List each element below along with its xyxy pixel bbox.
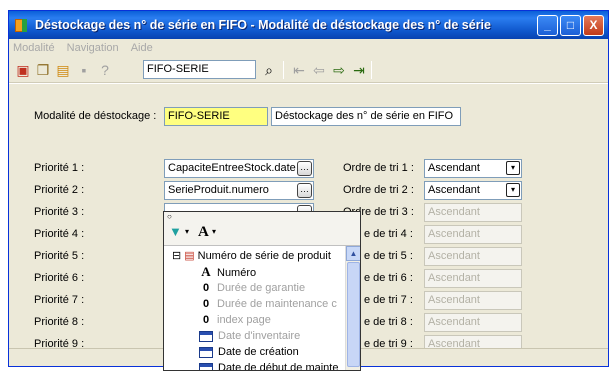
- tree-item-label: Date de début de mainte: [218, 362, 339, 371]
- table-icon: ▤: [184, 250, 195, 262]
- popup-dot-icon: ○: [167, 212, 172, 221]
- vertical-scrollbar[interactable]: ▲: [345, 246, 360, 370]
- priority-label: Priorité 5 :: [34, 250, 85, 262]
- priority-browse-button[interactable]: …: [297, 183, 312, 198]
- sort-order-label: e de tri 5 :: [364, 250, 413, 262]
- chevron-down-icon[interactable]: ▾: [185, 227, 189, 236]
- date-type-icon: [199, 330, 213, 342]
- priority-label: Priorité 8 :: [34, 316, 85, 328]
- number-type-icon: 0: [202, 298, 210, 310]
- priority-label: Priorité 4 :: [34, 228, 85, 240]
- copy-record-icon[interactable]: ❐: [35, 62, 51, 78]
- title-bar[interactable]: Déstockage des n° de série en FIFO - Mod…: [9, 11, 608, 39]
- priority-browse-button[interactable]: …: [297, 161, 312, 176]
- next-icon[interactable]: ⇨: [331, 62, 347, 78]
- scroll-thumb[interactable]: [347, 262, 360, 367]
- sort-order-select[interactable]: Ascendant: [424, 203, 522, 222]
- modalite-label: Modalité de déstockage :: [34, 110, 157, 122]
- tree-item-label: Durée de garantie: [217, 282, 306, 294]
- search-icon[interactable]: ⌕: [261, 62, 277, 78]
- priority-label: Priorité 1 :: [34, 162, 85, 174]
- close-button[interactable]: X: [583, 15, 604, 36]
- modalite-description-field[interactable]: Déstockage des n° de série en FIFO: [271, 107, 461, 126]
- text-type-icon: A: [201, 264, 211, 279]
- number-type-icon: 0: [202, 314, 210, 326]
- tree-item-label: Date d'inventaire: [218, 330, 301, 342]
- tree-item-label: index page: [217, 314, 271, 326]
- toolbar-separator: [283, 61, 284, 79]
- tree-item-label: Date de création: [218, 346, 299, 358]
- tree-item-label: Durée de maintenance c: [217, 298, 337, 310]
- priority-field[interactable]: SerieProduit.numero: [164, 181, 314, 200]
- tree-item[interactable]: 0 index page: [198, 312, 271, 328]
- sort-order-select[interactable]: Ascendant: [424, 247, 522, 266]
- last-icon[interactable]: ⇥: [351, 62, 367, 78]
- popup-toolbar: ○ ▼ ▾ A ▾: [164, 212, 360, 246]
- field-selector-popup[interactable]: ○ ▼ ▾ A ▾ ⊟ ▤ Numéro de série de produit A N…: [163, 211, 361, 371]
- sort-order-label: e de tri 7 :: [364, 294, 413, 306]
- help-icon[interactable]: ?: [97, 62, 113, 78]
- sort-order-label: e de tri 4 :: [364, 228, 413, 240]
- chevron-down-icon[interactable]: ▾: [506, 183, 520, 197]
- tree-item[interactable]: 0 Durée de garantie: [198, 280, 305, 296]
- priority-label: Priorité 3 :: [34, 206, 85, 218]
- tree-item[interactable]: Date de création: [198, 344, 299, 360]
- previous-icon[interactable]: ⇦: [311, 62, 327, 78]
- sort-order-label: e de tri 8 :: [364, 316, 413, 328]
- chevron-down-icon[interactable]: ▾: [506, 161, 520, 175]
- date-type-icon: [199, 362, 213, 370]
- toolbar-separator: [371, 61, 372, 79]
- modalite-code-field[interactable]: FIFO-SERIE: [164, 107, 268, 126]
- date-type-icon: [199, 346, 213, 358]
- new-record-icon[interactable]: ▣: [15, 62, 31, 78]
- sort-order-select[interactable]: Ascendant: [424, 269, 522, 288]
- menu-aide[interactable]: Aide: [131, 39, 153, 57]
- collapse-icon[interactable]: ⊟: [172, 250, 181, 262]
- paste-record-icon[interactable]: ▤: [55, 62, 71, 78]
- sort-order-select[interactable]: Ascendant: [424, 225, 522, 244]
- priority-field[interactable]: CapaciteEntreeStock.date: [164, 159, 314, 178]
- priority-label: Priorité 7 :: [34, 294, 85, 306]
- sort-order-select[interactable]: Ascendant: [424, 313, 522, 332]
- priority-label: Priorité 2 :: [34, 184, 85, 196]
- scroll-up-button[interactable]: ▲: [346, 246, 360, 261]
- font-icon[interactable]: A: [198, 224, 209, 241]
- tree-item[interactable]: 0 Durée de maintenance c: [198, 296, 337, 312]
- save-icon[interactable]: ▪: [76, 62, 92, 78]
- filter-icon[interactable]: ▼: [169, 224, 182, 239]
- tree-item[interactable]: Date d'inventaire: [198, 328, 300, 344]
- sort-order-label: Ordre de tri 1 :: [343, 162, 414, 174]
- menu-bar: Modalité Navigation Aide: [9, 39, 608, 57]
- sort-order-label: e de tri 6 :: [364, 272, 413, 284]
- number-type-icon: 0: [202, 282, 210, 294]
- sort-order-select[interactable]: Ascendant: [424, 291, 522, 310]
- tree-item-label: Numéro: [217, 267, 257, 279]
- minimize-button[interactable]: _: [537, 15, 558, 36]
- app-icon: [15, 19, 27, 32]
- sort-order-label: Ordre de tri 2 :: [343, 184, 414, 196]
- window-title: Déstockage des n° de série en FIFO - Mod…: [35, 18, 491, 32]
- menu-modalite[interactable]: Modalité: [13, 39, 55, 57]
- menu-navigation[interactable]: Navigation: [67, 39, 119, 57]
- chevron-down-icon[interactable]: ▾: [212, 227, 216, 236]
- maximize-button[interactable]: □: [560, 15, 581, 36]
- tree-item[interactable]: Date de début de mainte: [198, 360, 339, 371]
- priority-label: Priorité 6 :: [34, 272, 85, 284]
- tree-node-root[interactable]: ⊟ ▤ Numéro de série de produit: [172, 248, 331, 264]
- toolbar: ▣ ❐ ▤ ▪ ? FIFO-SERIE ⌕ ⇤ ⇦ ⇨ ⇥: [9, 57, 608, 83]
- first-icon[interactable]: ⇤: [291, 62, 307, 78]
- tree-item-label: Numéro de série de produit: [197, 250, 331, 262]
- search-input[interactable]: FIFO-SERIE: [143, 60, 256, 79]
- tree-item[interactable]: A Numéro: [198, 264, 256, 280]
